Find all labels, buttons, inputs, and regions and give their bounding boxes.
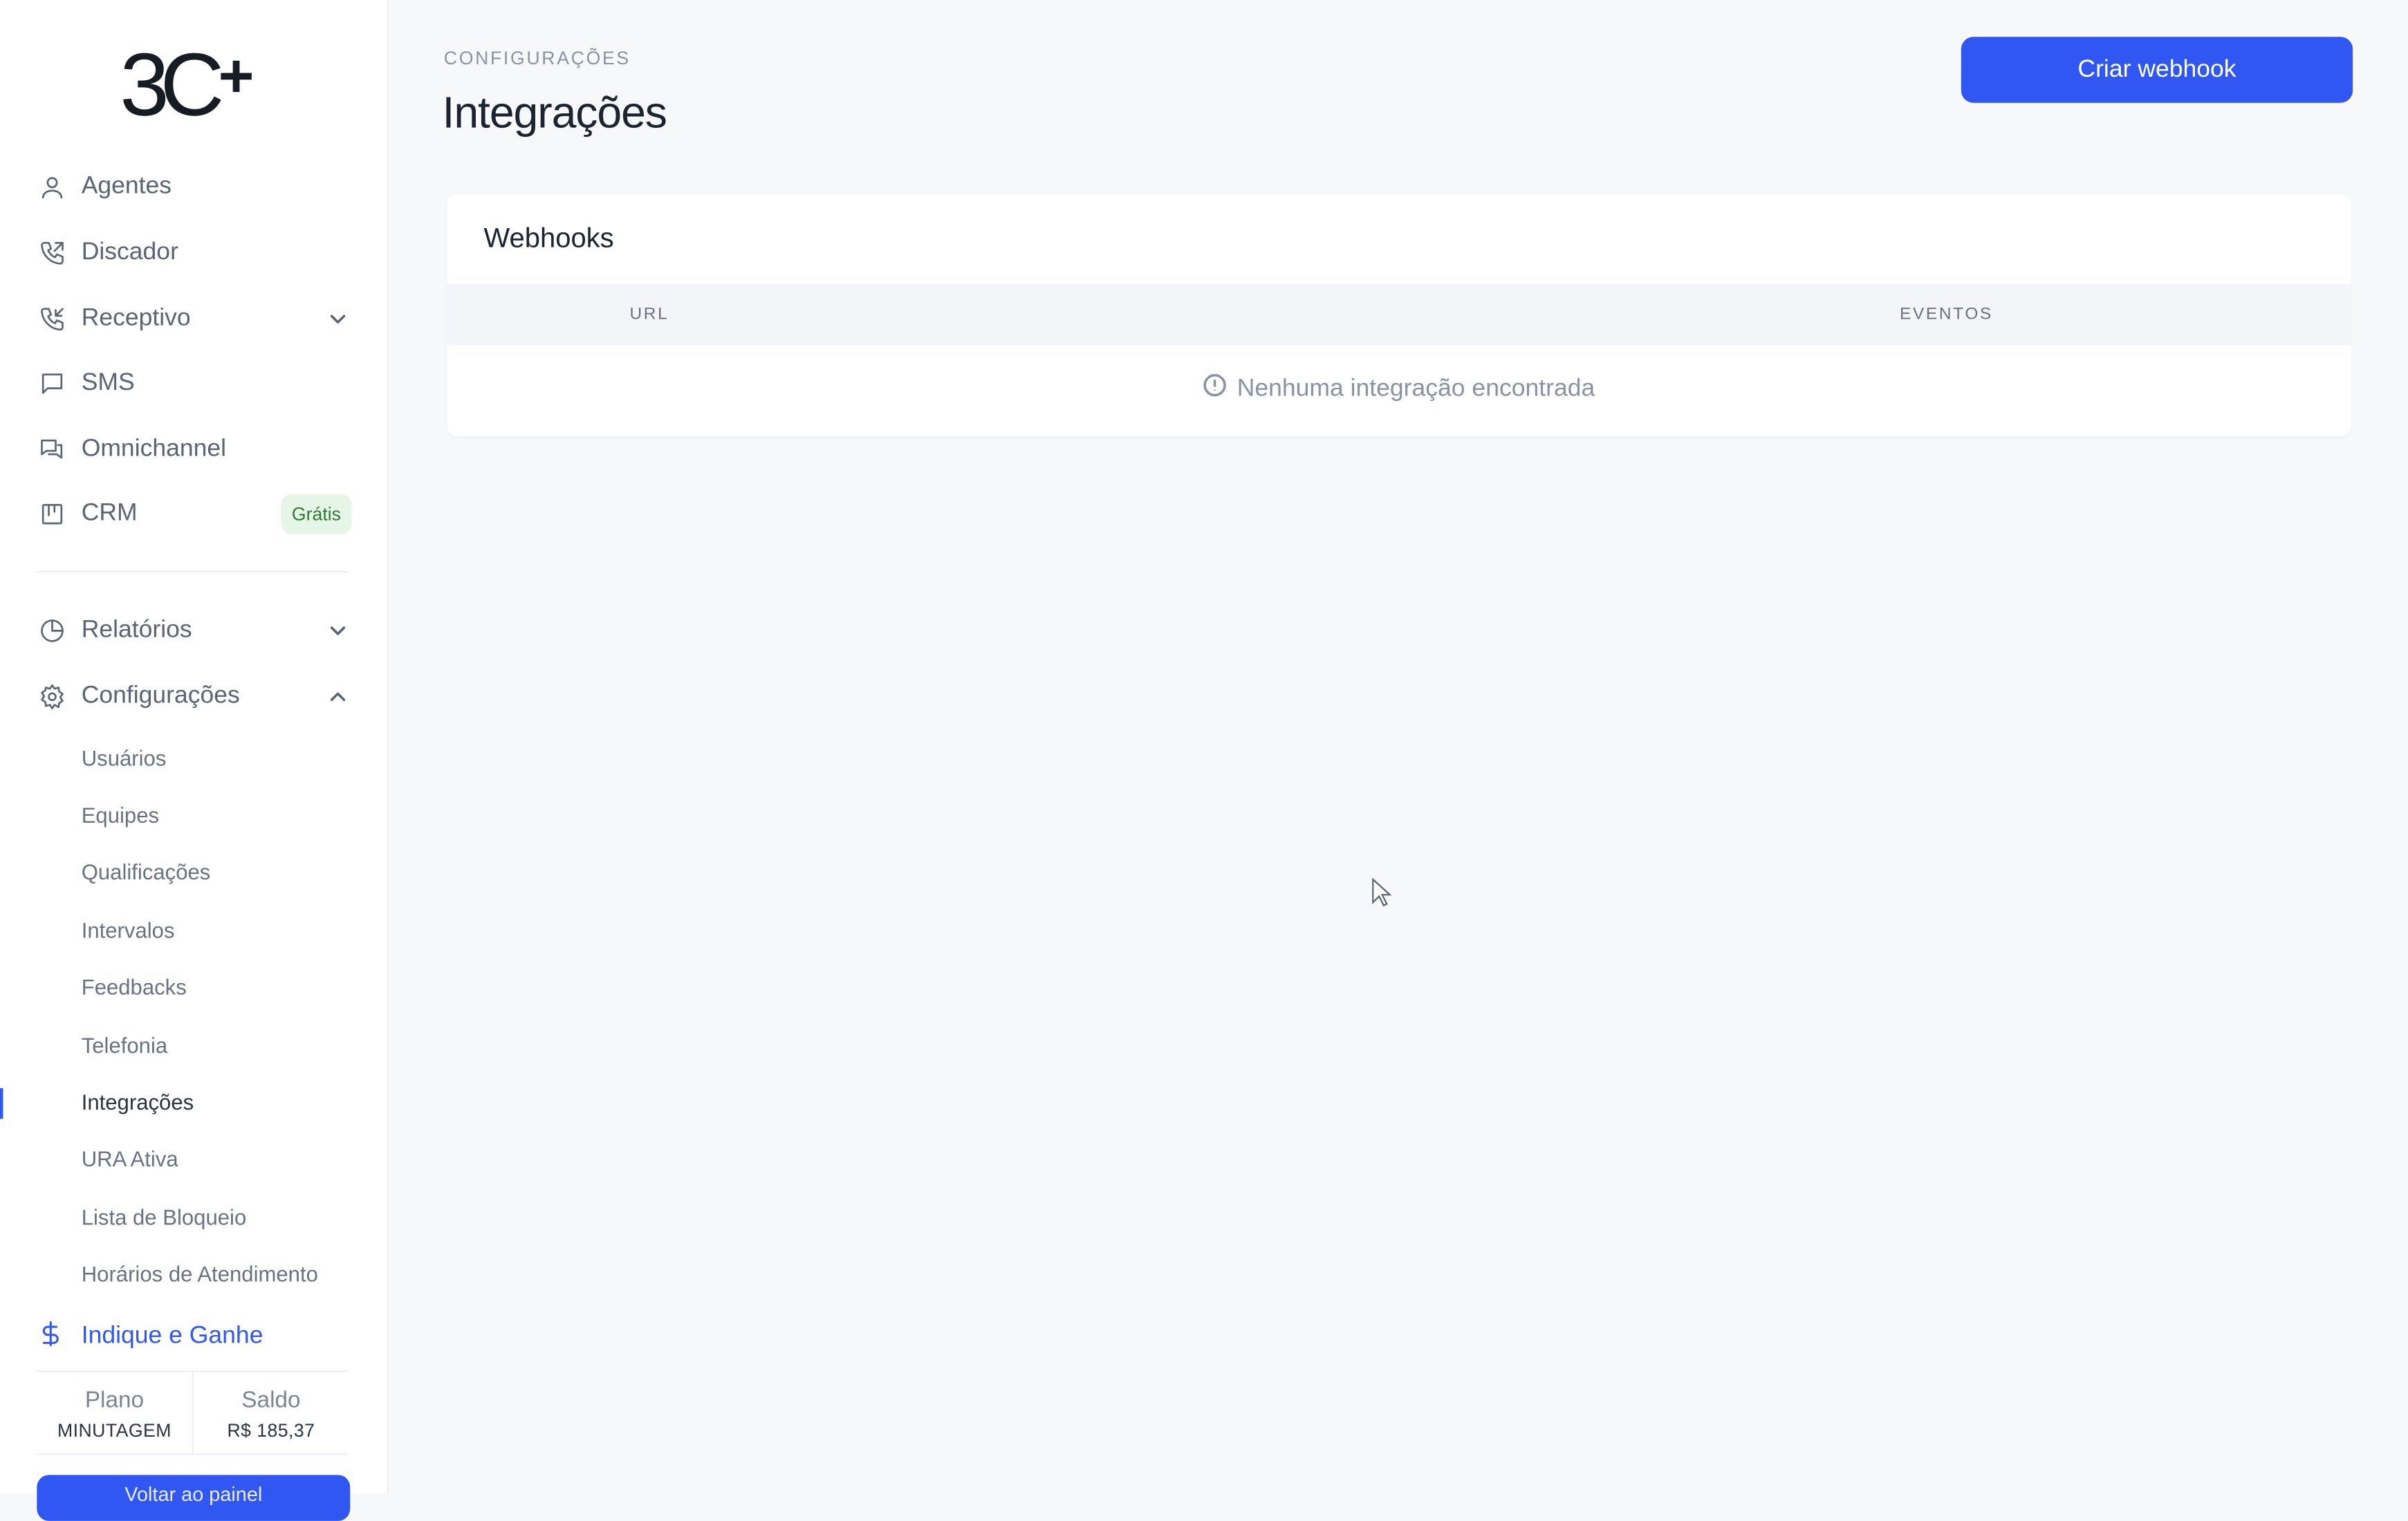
sidebar-item-configuracoes[interactable]: Configurações bbox=[37, 669, 351, 725]
sidebar-item-agentes[interactable]: Agentes bbox=[37, 160, 351, 215]
sidebar-divider bbox=[37, 570, 349, 573]
sidebar-subitem-qualificacoes[interactable]: Qualificações bbox=[82, 859, 211, 884]
sidebar-item-sms[interactable]: SMS bbox=[37, 356, 351, 411]
logo-text: 3C bbox=[120, 35, 224, 136]
create-webhook-button[interactable]: Criar webhook bbox=[1961, 37, 2353, 103]
chevron-down-icon[interactable] bbox=[327, 308, 349, 330]
sidebar-item-receptivo[interactable]: Receptivo bbox=[37, 292, 351, 347]
mouse-cursor-icon bbox=[1371, 877, 1393, 908]
chevron-down-icon[interactable] bbox=[327, 620, 349, 642]
breadcrumb: CONFIGURAÇÕES bbox=[443, 47, 631, 69]
logo[interactable]: 3C + bbox=[120, 35, 267, 136]
alert-circle-icon bbox=[1203, 373, 1228, 405]
sidebar-item-label: Discador bbox=[81, 239, 178, 266]
sidebar-item-label: Receptivo bbox=[81, 305, 191, 332]
sidebar-item-discador[interactable]: Discador bbox=[37, 225, 351, 281]
sidebar-subitem-ura-ativa[interactable]: URA Ativa bbox=[82, 1146, 178, 1171]
sidebar-item-label: SMS bbox=[81, 369, 135, 396]
sidebar-item-label: CRM bbox=[81, 500, 138, 527]
page-title: Integrações bbox=[442, 88, 667, 138]
sidebar-item-omnichannel[interactable]: Omnichannel bbox=[37, 422, 351, 477]
plan-value: MINUTAGEM bbox=[57, 1419, 172, 1441]
sidebar-item-label: Configurações bbox=[81, 682, 240, 709]
user-icon bbox=[37, 172, 67, 203]
message-square-icon bbox=[37, 368, 67, 399]
sidebar-subitem-lista-de-bloqueio[interactable]: Lista de Bloqueio bbox=[82, 1205, 247, 1230]
back-to-panel-button[interactable]: Voltar ao painel bbox=[37, 1475, 351, 1521]
kanban-icon bbox=[37, 498, 67, 529]
gear-icon bbox=[37, 682, 67, 712]
sidebar-subitem-equipes[interactable]: Equipes bbox=[82, 803, 159, 828]
dollar-icon bbox=[37, 1319, 64, 1354]
sidebar-item-label: Agentes bbox=[81, 173, 172, 200]
balance-info: Saldo R$ 185,37 bbox=[192, 1372, 349, 1454]
balance-value: R$ 185,37 bbox=[227, 1419, 315, 1441]
webhooks-card: Webhooks URL EVENTOS Nenhuma integração … bbox=[447, 194, 2351, 436]
free-badge: Grátis bbox=[281, 494, 352, 534]
sidebar: 3C + Agentes Discador Receptivo SMS Omnic… bbox=[0, 0, 389, 1521]
phone-incoming-icon bbox=[37, 304, 67, 335]
indique-label: Indique e Ganhe bbox=[81, 1323, 263, 1350]
empty-message: Nenhuma integração encontrada bbox=[1237, 375, 1595, 402]
app-window: 3C + Agentes Discador Receptivo SMS Omnic… bbox=[0, 0, 2408, 1521]
sidebar-item-label: Omnichannel bbox=[81, 436, 227, 463]
sidebar-subitem-usuarios[interactable]: Usuários bbox=[82, 746, 167, 771]
sidebar-subitem-integracoes[interactable]: Integrações bbox=[82, 1090, 194, 1114]
phone-outgoing-icon bbox=[37, 238, 67, 268]
plan-balance-box: Plano MINUTAGEM Saldo R$ 185,37 bbox=[37, 1370, 349, 1455]
balance-label: Saldo bbox=[241, 1387, 301, 1414]
sidebar-subitem-horarios-de-atendimento[interactable]: Horários de Atendimento bbox=[82, 1262, 318, 1287]
active-indicator bbox=[0, 1088, 3, 1119]
sidebar-item-crm[interactable]: CRM Grátis bbox=[37, 487, 352, 542]
empty-state: Nenhuma integração encontrada bbox=[447, 373, 2351, 405]
table-header: URL EVENTOS bbox=[447, 283, 2351, 346]
sidebar-item-label: Relatórios bbox=[81, 617, 192, 644]
indique-e-ganhe-link[interactable]: Indique e Ganhe bbox=[37, 1314, 263, 1360]
logo-plus: + bbox=[218, 43, 254, 111]
pie-chart-icon bbox=[37, 615, 67, 646]
sidebar-item-relatorios[interactable]: Relatórios bbox=[37, 603, 351, 658]
messages-icon bbox=[37, 434, 67, 465]
sidebar-subitem-telefonia[interactable]: Telefonia bbox=[82, 1033, 167, 1058]
card-title: Webhooks bbox=[483, 222, 614, 254]
sidebar-subitem-feedbacks[interactable]: Feedbacks bbox=[82, 975, 187, 1000]
sidebar-subitem-intervalos[interactable]: Intervalos bbox=[82, 918, 175, 943]
plan-label: Plano bbox=[84, 1387, 145, 1414]
column-header-url: URL bbox=[629, 305, 669, 324]
chevron-up-icon[interactable] bbox=[327, 686, 349, 707]
column-header-eventos: EVENTOS bbox=[1900, 305, 1993, 324]
plan-info: Plano MINUTAGEM bbox=[37, 1372, 192, 1454]
